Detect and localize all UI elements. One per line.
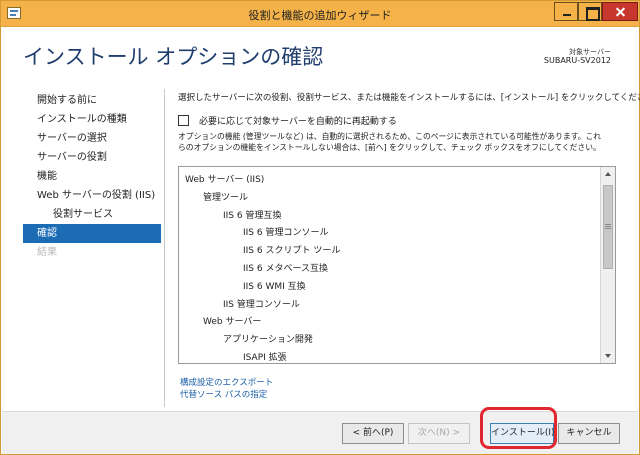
footer-bar: < 前へ(P) 次へ(N) > インストール(I) キャンセル: [2, 411, 638, 454]
nav-divider: [164, 89, 165, 407]
selection-list[interactable]: Web サーバー (IIS) 管理ツール IIS 6 管理互換 IIS 6 管理コンソ…: [178, 166, 616, 364]
wizard-nav: 開始する前に インストールの種類 サーバーの選択 サーバーの役割 機能 Web …: [23, 91, 161, 262]
tree-item: IIS 6 スクリプト ツール: [243, 246, 341, 257]
tree-item: IIS 管理コンソール: [223, 299, 300, 310]
restart-checkbox[interactable]: [178, 114, 189, 126]
nav-item-server-roles[interactable]: サーバーの役割: [23, 148, 161, 167]
close-button[interactable]: [602, 2, 638, 21]
nav-item-installation-type[interactable]: インストールの種類: [23, 110, 161, 129]
tree-item: Web サーバー (IIS): [185, 175, 265, 185]
intro-text: 選択したサーバーに次の役割、役割サービス、または機能をインストールするには、[イ…: [178, 93, 640, 103]
selection-tree: Web サーバー (IIS) 管理ツール IIS 6 管理互換 IIS 6 管理コンソ…: [179, 167, 600, 363]
previous-button[interactable]: < 前へ(P): [342, 423, 404, 444]
nav-item-before-you-begin[interactable]: 開始する前に: [23, 91, 161, 110]
cancel-button[interactable]: キャンセル: [558, 423, 620, 444]
title-bar[interactable]: 役割と機能の追加ウィザード: [1, 1, 639, 27]
wizard-window: 役割と機能の追加ウィザード インストール オプションの確認 対象サーバー SUB…: [0, 0, 640, 455]
scroll-down-icon[interactable]: [601, 349, 615, 363]
tree-item: ISAPI 拡張: [243, 353, 287, 363]
nav-item-web-server-role[interactable]: Web サーバーの役割 (IIS): [23, 186, 161, 205]
scroll-up-icon[interactable]: [601, 167, 615, 181]
restart-checkbox-label[interactable]: 必要に応じて対象サーバーを自動的に再起動する: [199, 114, 397, 127]
tree-item: IIS 6 管理互換: [223, 210, 282, 221]
window-title: 役割と機能の追加ウィザード: [248, 9, 392, 22]
next-button: 次へ(N) >: [408, 423, 470, 444]
scroll-thumb[interactable]: [603, 185, 613, 269]
nav-item-results: 結果: [37, 247, 57, 258]
tree-item: Web サーバー: [203, 317, 262, 328]
grip-icon: [605, 224, 611, 229]
tree-item: IIS 6 WMI 互換: [243, 281, 306, 292]
nav-item-role-services[interactable]: 役割サービス: [23, 205, 161, 224]
nav-item-features[interactable]: 機能: [23, 167, 161, 186]
minimize-button[interactable]: [554, 2, 578, 21]
tree-item: アプリケーション開発: [223, 335, 313, 346]
optional-features-note: オプションの機能 (管理ツールなど) は、自動的に選択されるため、このページに表…: [178, 131, 623, 153]
nav-item-server-selection[interactable]: サーバーの選択: [23, 129, 161, 148]
note-line-1: オプションの機能 (管理ツールなど) は、自動的に選択されるため、このページに表…: [178, 132, 602, 141]
vertical-scrollbar[interactable]: [600, 167, 615, 363]
note-line-2: らのオプションの機能をインストールしない場合は、[前へ] をクリックして、チェッ…: [178, 143, 601, 152]
tree-item: IIS 6 メタベース互換: [243, 264, 329, 274]
nav-item-confirmation[interactable]: 確認: [23, 224, 161, 243]
alternate-source-link[interactable]: 代替ソース パスの指定: [180, 388, 267, 400]
page-title: インストール オプションの確認: [23, 45, 324, 69]
tree-item: 管理ツール: [203, 192, 249, 203]
destination-server-name: SUBARU-SV2012: [543, 56, 611, 65]
export-settings-link[interactable]: 構成設定のエクスポート: [180, 376, 273, 388]
tree-item: IIS 6 管理コンソール: [243, 228, 329, 239]
maximize-button[interactable]: [578, 2, 602, 21]
install-button[interactable]: インストール(I): [490, 423, 555, 444]
restart-option[interactable]: 必要に応じて対象サーバーを自動的に再起動する: [178, 113, 397, 127]
